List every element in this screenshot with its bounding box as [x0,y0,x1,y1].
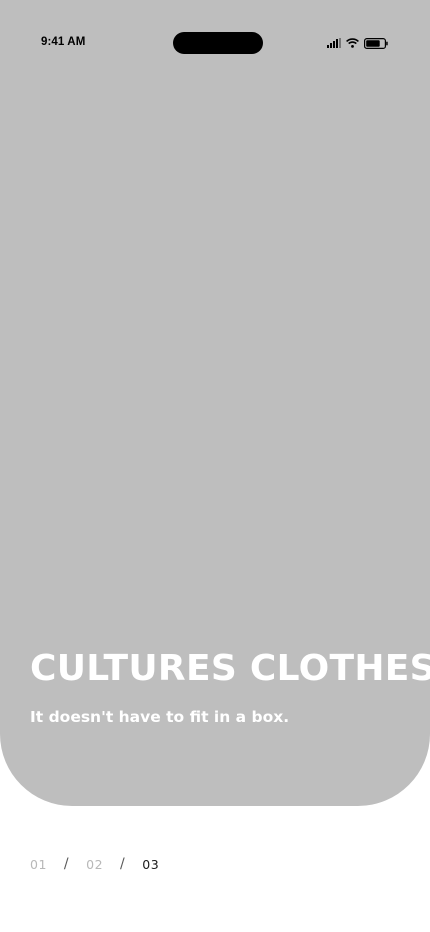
onboarding-screen: 9:41 AM CULTURES CLOTHES It doesn't have… [0,0,430,932]
cellular-signal-icon [327,38,341,48]
dynamic-island [173,32,263,54]
pager-item-01[interactable]: 01 [30,857,47,872]
status-icons [327,37,388,49]
onboarding-pager: 01 / 02 / 03 [30,856,159,872]
pager-item-02[interactable]: 02 [86,857,103,872]
pager-item-03[interactable]: 03 [142,857,159,872]
battery-icon [364,37,388,49]
hero-subtitle: It doesn't have to fit in a box. [30,708,290,726]
hero-image-placeholder: 9:41 AM CULTURES CLOTHES It doesn't have… [0,0,430,806]
pager-separator: / [63,856,70,872]
status-time: 9:41 AM [41,36,86,48]
pager-separator: / [120,856,126,872]
wifi-icon [346,38,359,48]
hero-title: CULTURES CLOTHES [30,648,430,689]
status-bar: 9:41 AM [0,0,430,60]
